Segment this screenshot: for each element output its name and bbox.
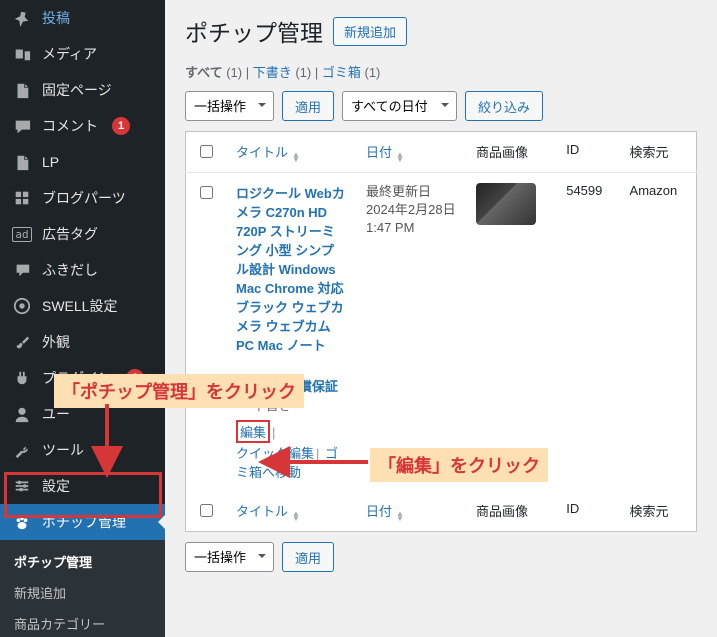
- select-all-bottom[interactable]: [200, 504, 213, 517]
- sidebar-item-8[interactable]: SWELL設定: [0, 288, 165, 324]
- sidebar-item-label: コメント: [42, 116, 98, 136]
- sidebar-item-label: ポチップ管理: [42, 512, 126, 532]
- annotation-label-edit: 「編集」をクリック: [370, 448, 548, 482]
- media-icon: [12, 44, 32, 64]
- filter-all-count: (1): [226, 65, 242, 80]
- comment-icon: [12, 116, 32, 136]
- bulk-action-select[interactable]: 一括操作: [185, 91, 274, 121]
- grid-icon: [12, 188, 32, 208]
- page-title: ポチップ管理: [185, 14, 323, 48]
- sidebar-item-13[interactable]: 設定: [0, 468, 165, 504]
- status-filter-links: すべて (1) | 下書き (1) | ゴミ箱 (1): [185, 62, 697, 81]
- page-icon: [12, 152, 32, 172]
- sidebar-item-label: LP: [42, 154, 59, 170]
- col-id-foot: ID: [556, 491, 619, 532]
- sidebar-item-label: ブログパーツ: [42, 188, 126, 208]
- sidebar-item-2[interactable]: 固定ページ: [0, 72, 165, 108]
- filter-button[interactable]: 絞り込み: [465, 91, 543, 121]
- col-id: ID: [556, 132, 619, 173]
- row-action-edit[interactable]: 編集: [240, 425, 266, 440]
- sidebar-item-9[interactable]: 外観: [0, 324, 165, 360]
- annotation-arrow-pochipp: [95, 404, 125, 474]
- sidebar-item-4[interactable]: LP: [0, 144, 165, 180]
- wrench-icon: [12, 440, 32, 460]
- sidebar-item-1[interactable]: メディア: [0, 36, 165, 72]
- annotation-arrow-edit: [268, 454, 372, 474]
- admin-sidebar: 投稿メディア固定ページコメント 1 LP ブログパーツ ad 広告タグふきだし SWELL設…: [0, 0, 165, 637]
- submenu-item-1[interactable]: 新規追加: [0, 577, 165, 608]
- select-all-top[interactable]: [200, 145, 213, 158]
- col-title-foot[interactable]: タイトル▲▼: [226, 491, 356, 532]
- sidebar-item-5[interactable]: ブログパーツ: [0, 180, 165, 216]
- annotation-box-edit: 編集: [236, 420, 270, 443]
- page-icon: [12, 80, 32, 100]
- filter-draft[interactable]: 下書き: [253, 65, 292, 80]
- row-thumbnail: [476, 183, 536, 225]
- sidebar-item-label: 固定ページ: [42, 80, 112, 100]
- brush-icon: [12, 332, 32, 352]
- filter-trash-count: (1): [364, 65, 380, 80]
- user-icon: [12, 404, 32, 424]
- row-checkbox[interactable]: [200, 186, 213, 199]
- col-date[interactable]: 日付▲▼: [356, 132, 466, 173]
- row-source: Amazon: [620, 173, 697, 492]
- main-content: ポチップ管理 新規追加 すべて (1) | 下書き (1) | ゴミ箱 (1) …: [165, 0, 717, 637]
- sidebar-item-label: ツール: [42, 440, 84, 460]
- sidebar-item-14[interactable]: ポチップ管理: [0, 504, 165, 540]
- row-date-label: 最終更新日: [366, 184, 431, 199]
- table-row: ロジクール Webカメラ C270n HD 720P ストリーミング 小型 シン…: [186, 173, 697, 492]
- plug-icon: [12, 368, 32, 388]
- paw-icon: [12, 512, 32, 532]
- annotation-label-pochipp: 「ポチップ管理」をクリック: [54, 374, 304, 408]
- ad-icon: ad: [12, 224, 32, 244]
- sidebar-badge: 1: [112, 117, 130, 135]
- sidebar-item-label: 設定: [42, 476, 70, 496]
- col-source-foot: 検索元: [620, 491, 697, 532]
- submenu-item-0[interactable]: ポチップ管理: [0, 546, 165, 577]
- apply-button[interactable]: 適用: [282, 91, 334, 121]
- bubble-icon: [12, 260, 32, 280]
- sidebar-item-12[interactable]: ツール: [0, 432, 165, 468]
- sidebar-item-label: 投稿: [42, 8, 70, 28]
- row-date-time: 1:47 PM: [366, 220, 414, 235]
- col-source: 検索元: [620, 132, 697, 173]
- row-id: 54599: [556, 173, 619, 492]
- sidebar-item-7[interactable]: ふきだし: [0, 252, 165, 288]
- sidebar-item-6[interactable]: ad 広告タグ: [0, 216, 165, 252]
- sidebar-item-0[interactable]: 投稿: [0, 0, 165, 36]
- filter-trash[interactable]: ゴミ箱: [322, 65, 361, 80]
- pin-icon: [12, 8, 32, 28]
- sidebar-item-label: 広告タグ: [42, 224, 98, 244]
- sidebar-item-label: 外観: [42, 332, 70, 352]
- tablenav-bottom: 一括操作 適用: [185, 542, 697, 572]
- apply-button-bottom[interactable]: 適用: [282, 542, 334, 572]
- date-filter-select[interactable]: すべての日付: [342, 91, 457, 121]
- sidebar-item-label: SWELL設定: [42, 296, 117, 316]
- row-title-link[interactable]: ロジクール Webカメラ C270n HD 720P ストリーミング 小型 シン…: [236, 186, 345, 353]
- sidebar-item-3[interactable]: コメント 1: [0, 108, 165, 144]
- row-date-value: 2024年2月28日: [366, 202, 456, 217]
- sliders-icon: [12, 476, 32, 496]
- col-date-foot[interactable]: 日付▲▼: [356, 491, 466, 532]
- filter-draft-count: (1): [295, 65, 311, 80]
- submenu-item-2[interactable]: 商品カテゴリー: [0, 608, 165, 637]
- tablenav-top: 一括操作 適用 すべての日付 絞り込み: [185, 91, 697, 121]
- col-title[interactable]: タイトル▲▼: [226, 132, 356, 173]
- swell-icon: [12, 296, 32, 316]
- filter-all[interactable]: すべて: [185, 65, 223, 80]
- add-new-button[interactable]: 新規追加: [333, 17, 407, 46]
- sidebar-item-label: メディア: [42, 44, 97, 64]
- sidebar-item-label: ふきだし: [42, 260, 98, 280]
- col-image-foot: 商品画像: [466, 491, 556, 532]
- bulk-action-select-bottom[interactable]: 一括操作: [185, 542, 274, 572]
- col-image: 商品画像: [466, 132, 556, 173]
